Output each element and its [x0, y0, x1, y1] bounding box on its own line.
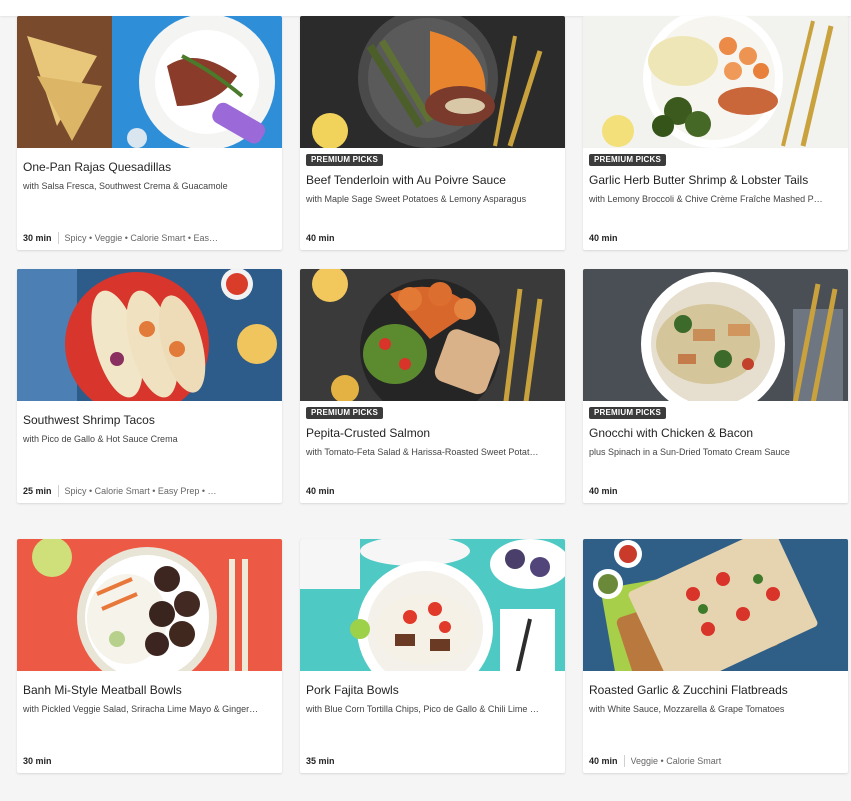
recipe-meta: 30 min	[23, 755, 52, 767]
premium-badge: PREMIUM PICKS	[306, 407, 384, 419]
recipe-meta: 40 min	[589, 232, 618, 244]
recipe-photo	[17, 16, 282, 148]
recipe-title[interactable]: Roasted Garlic & Zucchini Flatbreads	[589, 683, 841, 698]
cook-time: 40 min	[589, 486, 618, 496]
recipe-photo	[17, 269, 282, 401]
recipe-subtitle: with Blue Corn Tortilla Chips, Pico de G…	[306, 704, 539, 714]
recipe-subtitle: with Salsa Fresca, Southwest Crema & Gua…	[23, 181, 228, 191]
premium-badge: PREMIUM PICKS	[589, 407, 667, 419]
recipe-card[interactable]: PREMIUM PICKS Garlic Herb Butter Shrimp …	[583, 16, 848, 250]
meta-divider	[623, 755, 625, 767]
recipe-title[interactable]: Gnocchi with Chicken & Bacon	[589, 426, 841, 441]
meta-divider	[57, 485, 59, 497]
recipe-tags: Veggie • Calorie Smart	[630, 756, 722, 766]
recipe-card[interactable]: PREMIUM PICKS Gnocchi with Chicken & Bac…	[583, 269, 848, 503]
cook-time: 35 min	[306, 756, 335, 766]
recipe-photo	[300, 16, 565, 148]
recipe-card[interactable]: Roasted Garlic & Zucchini Flatbreads wit…	[583, 539, 848, 773]
recipe-card[interactable]: Banh Mi-Style Meatball Bowls with Pickle…	[17, 539, 282, 773]
recipe-subtitle: with Maple Sage Sweet Potatoes & Lemony …	[306, 194, 527, 204]
recipe-card[interactable]: Southwest Shrimp Tacos with Pico de Gall…	[17, 269, 282, 503]
recipe-meta: 25 min Spicy • Calorie Smart • Easy Prep…	[23, 485, 230, 497]
recipe-photo	[300, 539, 565, 671]
recipe-title[interactable]: Pepita-Crusted Salmon	[306, 426, 558, 441]
recipe-subtitle: with Pico de Gallo & Hot Sauce Crema	[23, 434, 178, 444]
recipe-meta: 35 min	[306, 755, 335, 767]
cook-time: 25 min	[23, 486, 52, 496]
recipe-card[interactable]: Pork Fajita Bowls with Blue Corn Tortill…	[300, 539, 565, 773]
recipe-title[interactable]: One-Pan Rajas Quesadillas	[23, 160, 275, 175]
cook-time: 40 min	[306, 486, 335, 496]
cook-time: 40 min	[589, 756, 618, 766]
top-navigation-bar	[0, 0, 851, 16]
recipe-card[interactable]: PREMIUM PICKS Pepita-Crusted Salmon with…	[300, 269, 565, 503]
cook-time: 30 min	[23, 756, 52, 766]
recipe-photo	[17, 539, 282, 671]
recipe-card[interactable]: PREMIUM PICKS Beef Tenderloin with Au Po…	[300, 16, 565, 250]
recipe-subtitle: plus Spinach in a Sun-Dried Tomato Cream…	[589, 447, 790, 457]
recipe-meta: 40 min Veggie • Calorie Smart	[589, 755, 796, 767]
recipe-meta: 40 min	[306, 232, 335, 244]
recipe-title[interactable]: Banh Mi-Style Meatball Bowls	[23, 683, 275, 698]
recipe-tags: Spicy • Calorie Smart • Easy Prep • …	[64, 486, 217, 496]
recipe-subtitle: with Pickled Veggie Salad, Sriracha Lime…	[23, 704, 259, 714]
cook-time: 40 min	[589, 233, 618, 243]
cook-time: 30 min	[23, 233, 52, 243]
recipe-subtitle: with Lemony Broccoli & Chive Crème Fraîc…	[589, 194, 823, 204]
recipe-subtitle: with White Sauce, Mozzarella & Grape Tom…	[589, 704, 785, 714]
recipe-meta: 40 min	[306, 485, 335, 497]
premium-badge: PREMIUM PICKS	[306, 154, 384, 166]
recipe-title[interactable]: Garlic Herb Butter Shrimp & Lobster Tail…	[589, 173, 841, 188]
premium-badge: PREMIUM PICKS	[589, 154, 667, 166]
recipe-title[interactable]: Southwest Shrimp Tacos	[23, 413, 275, 428]
recipe-meta: 30 min Spicy • Veggie • Calorie Smart • …	[23, 232, 230, 244]
recipe-photo	[300, 269, 565, 401]
recipe-tags: Spicy • Veggie • Calorie Smart • Eas…	[64, 233, 219, 243]
recipe-card[interactable]: One-Pan Rajas Quesadillas with Salsa Fre…	[17, 16, 282, 250]
recipe-photo	[583, 539, 848, 671]
cook-time: 40 min	[306, 233, 335, 243]
recipe-meta: 40 min	[589, 485, 618, 497]
recipe-photo	[583, 16, 848, 148]
recipe-title[interactable]: Pork Fajita Bowls	[306, 683, 558, 698]
recipe-subtitle: with Tomato-Feta Salad & Harissa-Roasted…	[306, 447, 539, 457]
meta-divider	[57, 232, 59, 244]
recipe-title[interactable]: Beef Tenderloin with Au Poivre Sauce	[306, 173, 558, 188]
recipe-photo	[583, 269, 848, 401]
